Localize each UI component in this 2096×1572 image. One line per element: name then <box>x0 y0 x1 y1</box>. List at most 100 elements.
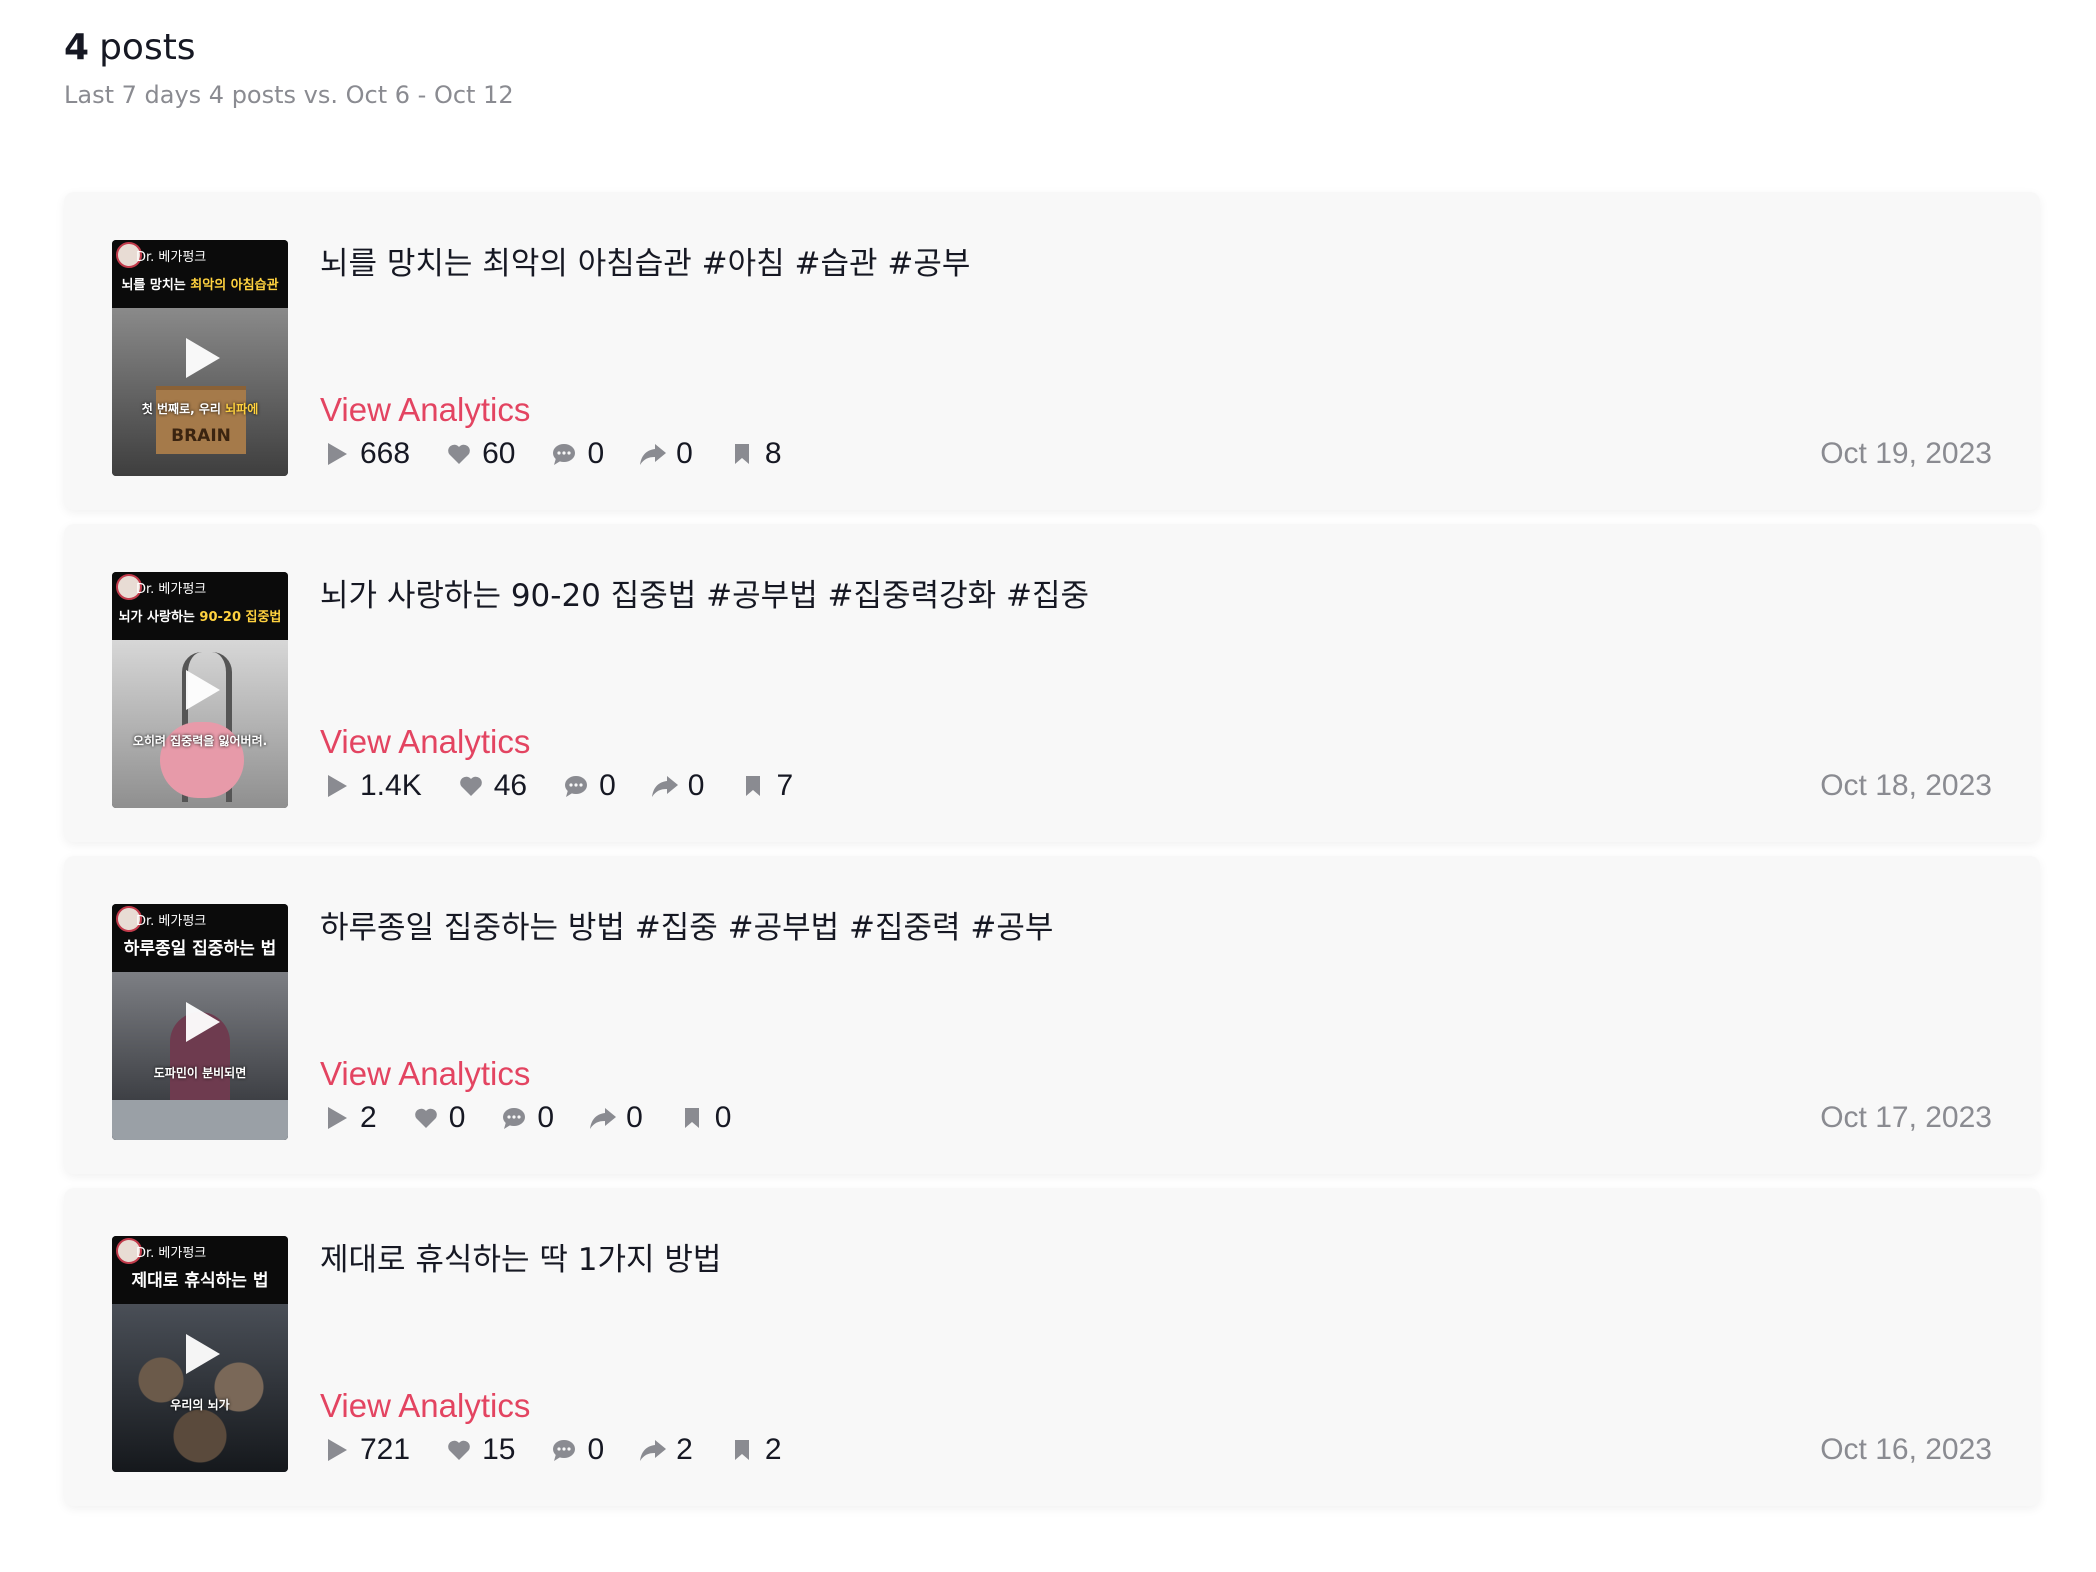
thumbnail-title-text: 하루종일 집중하는 법 <box>123 939 277 959</box>
thumbnail-title-text: 제대로 휴식하는 법 <box>131 1271 269 1291</box>
comment-icon <box>549 439 579 469</box>
likes-stat: 0 <box>411 1101 466 1135</box>
view-analytics-link[interactable]: View Analytics <box>320 1384 530 1428</box>
views-stat: 668 <box>322 437 410 471</box>
likes-stat: 46 <box>456 769 527 803</box>
heart-icon <box>411 1103 441 1133</box>
share-arrow-icon <box>588 1103 618 1133</box>
shares-count: 2 <box>676 1433 693 1466</box>
post-stats: 1.4K 46 0 0 7 <box>322 766 827 806</box>
shares-stat: 0 <box>588 1101 643 1135</box>
comparison-subtitle: Last 7 days 4 posts vs. Oct 6 - Oct 12 <box>64 81 514 109</box>
saves-stat: 2 <box>727 1433 782 1467</box>
saves-stat: 0 <box>677 1101 732 1135</box>
play-count-icon <box>322 1103 352 1133</box>
comments-stat: 0 <box>499 1101 554 1135</box>
shares-count: 0 <box>676 437 693 470</box>
shares-count: 0 <box>687 769 705 802</box>
post-date: Oct 17, 2023 <box>1820 1101 1992 1134</box>
thumbnail-title: 하루종일 집중하는 법 <box>116 934 284 959</box>
post-count-label: posts <box>99 27 196 68</box>
post-count-number: 4 <box>64 27 90 68</box>
thumbnail-caption: 우리의 뇌가 <box>116 1396 284 1413</box>
view-analytics-link[interactable]: View Analytics <box>320 388 530 432</box>
post-title[interactable]: 하루종일 집중하는 방법 #집중 #공부법 #집중력 #공부 <box>320 906 1053 950</box>
likes-count: 46 <box>493 769 528 802</box>
saves-count: 0 <box>714 1101 732 1134</box>
thumbnail-title: 뇌를 망치는 최악의 아침습관 <box>116 274 284 293</box>
thumbnail-title-highlight: 90-20 집중법 <box>199 610 282 625</box>
shares-stat: 2 <box>638 1433 693 1467</box>
thumbnail-title: 뇌가 사랑하는 90-20 집중법 <box>116 606 284 625</box>
thumbnail-caption: 오히려 집중력을 잃어버려. <box>116 732 284 749</box>
post-card: Dr. 베가펑크 제대로 휴식하는 법 우리의 뇌가 제대로 휴식하는 딱 1가… <box>64 1188 2040 1506</box>
post-date: Oct 19, 2023 <box>1820 437 1992 470</box>
post-card: BRAIN Dr. 베가펑크 뇌를 망치는 최악의 아침습관 첫 번째로, 우리… <box>64 192 2040 510</box>
post-thumbnail[interactable]: Dr. 베가펑크 뇌가 사랑하는 90-20 집중법 오히려 집중력을 잃어버려… <box>112 572 288 808</box>
post-title[interactable]: 제대로 휴식하는 딱 1가지 방법 <box>320 1238 721 1282</box>
play-count-icon <box>322 1435 352 1465</box>
post-thumbnail[interactable]: Dr. 베가펑크 하루종일 집중하는 법 도파민이 분비되면 <box>112 904 288 1140</box>
share-arrow-icon <box>638 439 668 469</box>
bookmark-icon <box>738 771 768 801</box>
thumbnail-caption-text: 첫 번째로, 우리 <box>141 402 226 416</box>
likes-count: 60 <box>482 437 516 470</box>
thumbnail-caption-text: 오히려 집중력을 잃어버려. <box>132 734 268 748</box>
thumbnail-brand: Dr. 베가펑크 <box>136 1246 207 1261</box>
play-icon[interactable] <box>186 1334 220 1374</box>
thumbnail-caption: 도파민이 분비되면 <box>116 1064 284 1081</box>
shares-stat: 0 <box>650 769 705 803</box>
thumbnail-title-highlight: 최악의 아침습관 <box>190 278 279 293</box>
view-analytics-link[interactable]: View Analytics <box>320 1052 530 1096</box>
post-stats: 721 15 0 2 2 <box>322 1430 816 1470</box>
views-count: 1.4K <box>360 769 422 802</box>
thumbnail-caption-text: 우리의 뇌가 <box>170 1398 230 1412</box>
likes-count: 0 <box>448 1101 466 1134</box>
play-icon[interactable] <box>186 1002 220 1042</box>
play-count-icon <box>322 439 352 469</box>
saves-count: 7 <box>776 769 794 802</box>
thumbnail-caption-highlight: 뇌파에 <box>225 402 259 416</box>
thumbnail-brand: Dr. 베가펑크 <box>136 250 207 265</box>
post-date: Oct 18, 2023 <box>1820 769 1992 802</box>
shares-stat: 0 <box>638 437 693 471</box>
post-title[interactable]: 뇌가 사랑하는 90-20 집중법 #공부법 #집중력강화 #집중 <box>320 574 1089 618</box>
heart-icon <box>444 1435 474 1465</box>
likes-count: 15 <box>482 1433 516 1466</box>
post-count: 4 posts <box>64 22 514 74</box>
post-thumbnail[interactable]: Dr. 베가펑크 제대로 휴식하는 법 우리의 뇌가 <box>112 1236 288 1472</box>
likes-stat: 60 <box>444 437 515 471</box>
comment-icon <box>499 1103 529 1133</box>
thumbnail-brand: Dr. 베가펑크 <box>136 582 207 597</box>
comments-stat: 0 <box>549 1433 604 1467</box>
thumbnail-title-text: 뇌를 망치는 <box>121 278 191 293</box>
play-icon[interactable] <box>186 670 220 710</box>
views-count: 668 <box>360 437 411 470</box>
desk-illustration <box>112 1100 288 1140</box>
comment-icon <box>549 1435 579 1465</box>
play-count-icon <box>322 771 352 801</box>
post-stats: 2 0 0 0 0 <box>322 1098 765 1138</box>
saves-count: 8 <box>764 437 782 470</box>
views-stat: 721 <box>322 1433 410 1467</box>
post-thumbnail[interactable]: BRAIN Dr. 베가펑크 뇌를 망치는 최악의 아침습관 첫 번째로, 우리… <box>112 240 288 476</box>
comments-count: 0 <box>599 769 616 802</box>
likes-stat: 15 <box>444 1433 515 1467</box>
bookmark-icon <box>727 439 757 469</box>
shares-count: 0 <box>626 1101 643 1134</box>
comments-stat: 0 <box>549 437 604 471</box>
comments-count: 0 <box>587 437 605 470</box>
thumbnail-caption: 첫 번째로, 우리 뇌파에 <box>116 400 284 417</box>
views-count: 721 <box>360 1433 411 1466</box>
post-title[interactable]: 뇌를 망치는 최악의 아침습관 #아침 #습관 #공부 <box>320 242 970 286</box>
saves-stat: 7 <box>738 769 793 803</box>
bookmark-icon <box>677 1103 707 1133</box>
view-analytics-link[interactable]: View Analytics <box>320 720 530 764</box>
heart-icon <box>444 439 474 469</box>
thumbnail-title: 제대로 휴식하는 법 <box>116 1266 284 1291</box>
play-icon[interactable] <box>186 338 220 378</box>
saves-stat: 8 <box>727 437 782 471</box>
comments-count: 0 <box>537 1101 555 1134</box>
comment-icon <box>561 771 591 801</box>
views-count: 2 <box>360 1101 377 1134</box>
